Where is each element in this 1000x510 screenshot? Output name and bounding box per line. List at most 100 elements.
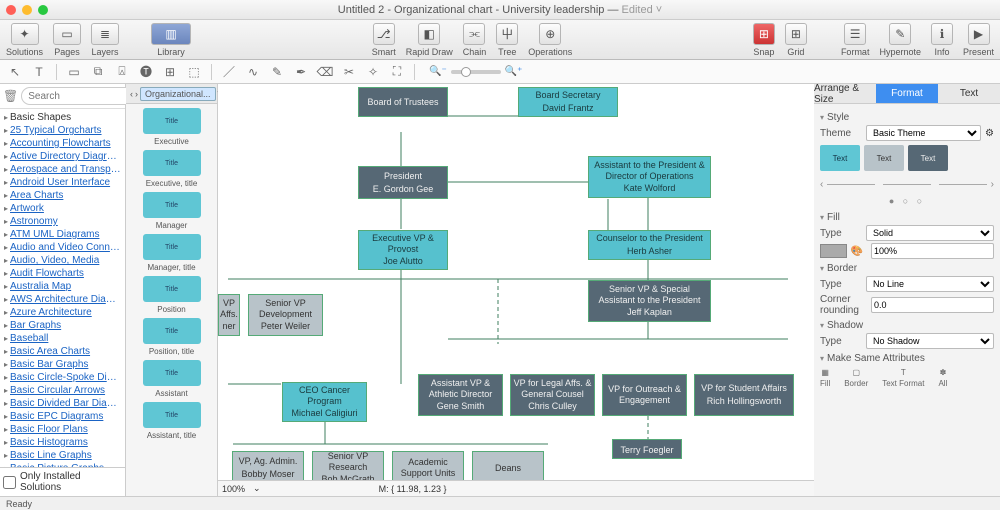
library-item[interactable]: 25 Typical Orgcharts [4, 124, 121, 137]
corner-input[interactable] [871, 297, 994, 313]
shapes-list[interactable]: TitleExecutiveTitleExecutive, titleTitle… [126, 104, 217, 496]
library-item[interactable]: Aerospace and Transport [4, 163, 121, 176]
attr-fill[interactable]: ▦Fill [820, 368, 830, 388]
library-item[interactable]: Active Directory Diagrams [4, 150, 121, 163]
tab-text[interactable]: Text [938, 84, 1000, 104]
node-provost[interactable]: Executive VP & ProvostJoe Alutto [358, 230, 448, 270]
pen-icon[interactable]: ✒ [292, 63, 310, 81]
node-secretary[interactable]: Board SecretaryDavid Frantz [518, 87, 618, 117]
shadow-section[interactable]: Shadow [820, 320, 994, 331]
node-counselor[interactable]: Counselor to the PresidentHerb Asher [588, 230, 711, 260]
library-item[interactable]: Basic Bar Graphs [4, 358, 121, 371]
library-item[interactable]: Basic Floor Plans [4, 423, 121, 436]
copy-icon[interactable]: ⧉ [89, 63, 107, 81]
zoom-in-icon[interactable]: 🔍⁺ [505, 66, 523, 77]
node-avp-athletic[interactable]: Assistant VP & Athletic DirectorGene Smi… [418, 374, 503, 416]
only-installed-checkbox[interactable] [3, 476, 16, 489]
node-asst-dir[interactable]: Assistant to the President & Director of… [588, 156, 711, 198]
shape-thumb[interactable]: TitleAssistant [135, 360, 209, 398]
chain-button[interactable]: ⫘Chain [463, 23, 487, 57]
smart-button[interactable]: ⎇Smart [372, 23, 396, 57]
tree-button[interactable]: ⼬Tree [496, 23, 518, 57]
attrs-section[interactable]: Make Same Attributes [820, 353, 994, 364]
tab-arrange[interactable]: Arrange & Size [814, 84, 876, 104]
swatch-teal[interactable]: Text [820, 145, 860, 171]
shadow-type-select[interactable]: No Shadow [866, 333, 994, 349]
nav-forward-icon[interactable]: › [135, 89, 138, 99]
attr-text[interactable]: TText Format [882, 368, 924, 388]
format-button[interactable]: ☰Format [841, 23, 870, 57]
library-item[interactable]: AWS Architecture Diagrams [4, 293, 121, 306]
shape-thumb[interactable]: TitlePosition, title [135, 318, 209, 356]
color-wheel-icon[interactable]: 🎨 [851, 246, 863, 257]
shape-thumb[interactable]: TitleManager [135, 192, 209, 230]
shape-thumb[interactable]: TitleManager, title [135, 234, 209, 272]
library-item[interactable]: Basic Line Graphs [4, 449, 121, 462]
hypernote-button[interactable]: ✎Hypernote [879, 23, 921, 57]
library-item[interactable]: Basic EPC Diagrams [4, 410, 121, 423]
node-board[interactable]: Board of Trustees [358, 87, 448, 117]
border-type-select[interactable]: No Line [866, 276, 994, 292]
library-item[interactable]: Basic Divided Bar Diagrams [4, 397, 121, 410]
insert-icon[interactable]: ⍓ [113, 63, 131, 81]
snap-button[interactable]: ⊞Snap [753, 23, 775, 57]
zoom-value[interactable]: 100% [222, 484, 245, 494]
shapes-tab-active[interactable]: Organizational... [140, 87, 216, 101]
clear-icon[interactable]: 🗑 [3, 89, 18, 103]
node-vp-affs[interactable]: VP Affs.ner [218, 294, 240, 336]
zoom-out-icon[interactable]: 🔍⁻ [429, 66, 447, 77]
library-item[interactable]: Basic Area Charts [4, 345, 121, 358]
shape-thumb[interactable]: TitleExecutive [135, 108, 209, 146]
node-terry[interactable]: Terry Foegler [612, 439, 682, 459]
library-item[interactable]: Bar Graphs [4, 319, 121, 332]
layers-button[interactable]: ≣Layers [91, 23, 119, 57]
library-item[interactable]: Baseball [4, 332, 121, 345]
node-svp-special[interactable]: Senior VP & Special Assistant to the Pre… [588, 280, 711, 322]
node-vp-student[interactable]: VP for Student AffairsRich Hollingsworth [694, 374, 794, 416]
library-item[interactable]: Android User Interface [4, 176, 121, 189]
pages-button[interactable]: ▭Pages [53, 23, 81, 57]
library-item[interactable]: Accounting Flowcharts [4, 137, 121, 150]
text-box-icon[interactable]: 🅣 [137, 63, 155, 81]
crop-icon[interactable]: ✂ [340, 63, 358, 81]
library-item[interactable]: Basic Histograms [4, 436, 121, 449]
node-svp-research[interactable]: Senior VP ResearchBob McGrath [312, 451, 384, 480]
grid-button[interactable]: ⊞Grid [785, 23, 807, 57]
library-item[interactable]: Basic Circular Arrows [4, 384, 121, 397]
node-vp-ag[interactable]: VP, Ag. Admin.Bobby Moser [232, 451, 304, 480]
swatch-gray[interactable]: Text [864, 145, 904, 171]
info-button[interactable]: ℹInfo [931, 23, 953, 57]
library-list[interactable]: Basic Shapes25 Typical OrgchartsAccounti… [0, 109, 125, 467]
page-dots[interactable]: ● ○ ○ [820, 196, 994, 206]
border-section[interactable]: Border [820, 263, 994, 274]
zoom-controls[interactable]: 🔍⁻ 🔍⁺ [429, 66, 522, 77]
gear-icon[interactable]: ⚙ [985, 128, 994, 139]
node-president[interactable]: PresidentE. Gordon Gee [358, 166, 448, 199]
library-item[interactable]: Australia Map [4, 280, 121, 293]
fill-color[interactable] [820, 244, 847, 258]
operations-button[interactable]: ⊕Operations [528, 23, 572, 57]
curve-icon[interactable]: ∿ [244, 63, 262, 81]
canvas[interactable]: Board of Trustees Board SecretaryDavid F… [218, 84, 814, 480]
node-vp-legal[interactable]: VP for Legal Affs. & General CouselChris… [510, 374, 595, 416]
library-item[interactable]: Area Charts [4, 189, 121, 202]
node-ceo-cancer[interactable]: CEO Cancer ProgramMichael Caligiuri [282, 382, 367, 422]
shape-thumb[interactable]: TitleAssistant, title [135, 402, 209, 440]
pencil-icon[interactable]: ✎ [268, 63, 286, 81]
library-item[interactable]: Basic Shapes [4, 111, 121, 124]
library-item[interactable]: Azure Architecture [4, 306, 121, 319]
bucket-icon[interactable]: ⛶ [388, 63, 406, 81]
library-item[interactable]: Artwork [4, 202, 121, 215]
zoom-slider[interactable] [451, 70, 501, 74]
library-item[interactable]: Audit Flowcharts [4, 267, 121, 280]
line-style-row[interactable]: ‹› [820, 175, 994, 193]
text-icon[interactable]: T [30, 63, 48, 81]
fill-type-select[interactable]: Solid [866, 225, 994, 241]
library-item[interactable]: Audio and Video Connectors [4, 241, 121, 254]
tab-format[interactable]: Format [876, 84, 938, 104]
node-svp-dev[interactable]: Senior VP DevelopmentPeter Weiler [248, 294, 323, 336]
style-section[interactable]: Style [820, 112, 994, 123]
eraser-icon[interactable]: ⌫ [316, 63, 334, 81]
rapid-draw-button[interactable]: ◧Rapid Draw [406, 23, 453, 57]
fill-section[interactable]: Fill [820, 212, 994, 223]
